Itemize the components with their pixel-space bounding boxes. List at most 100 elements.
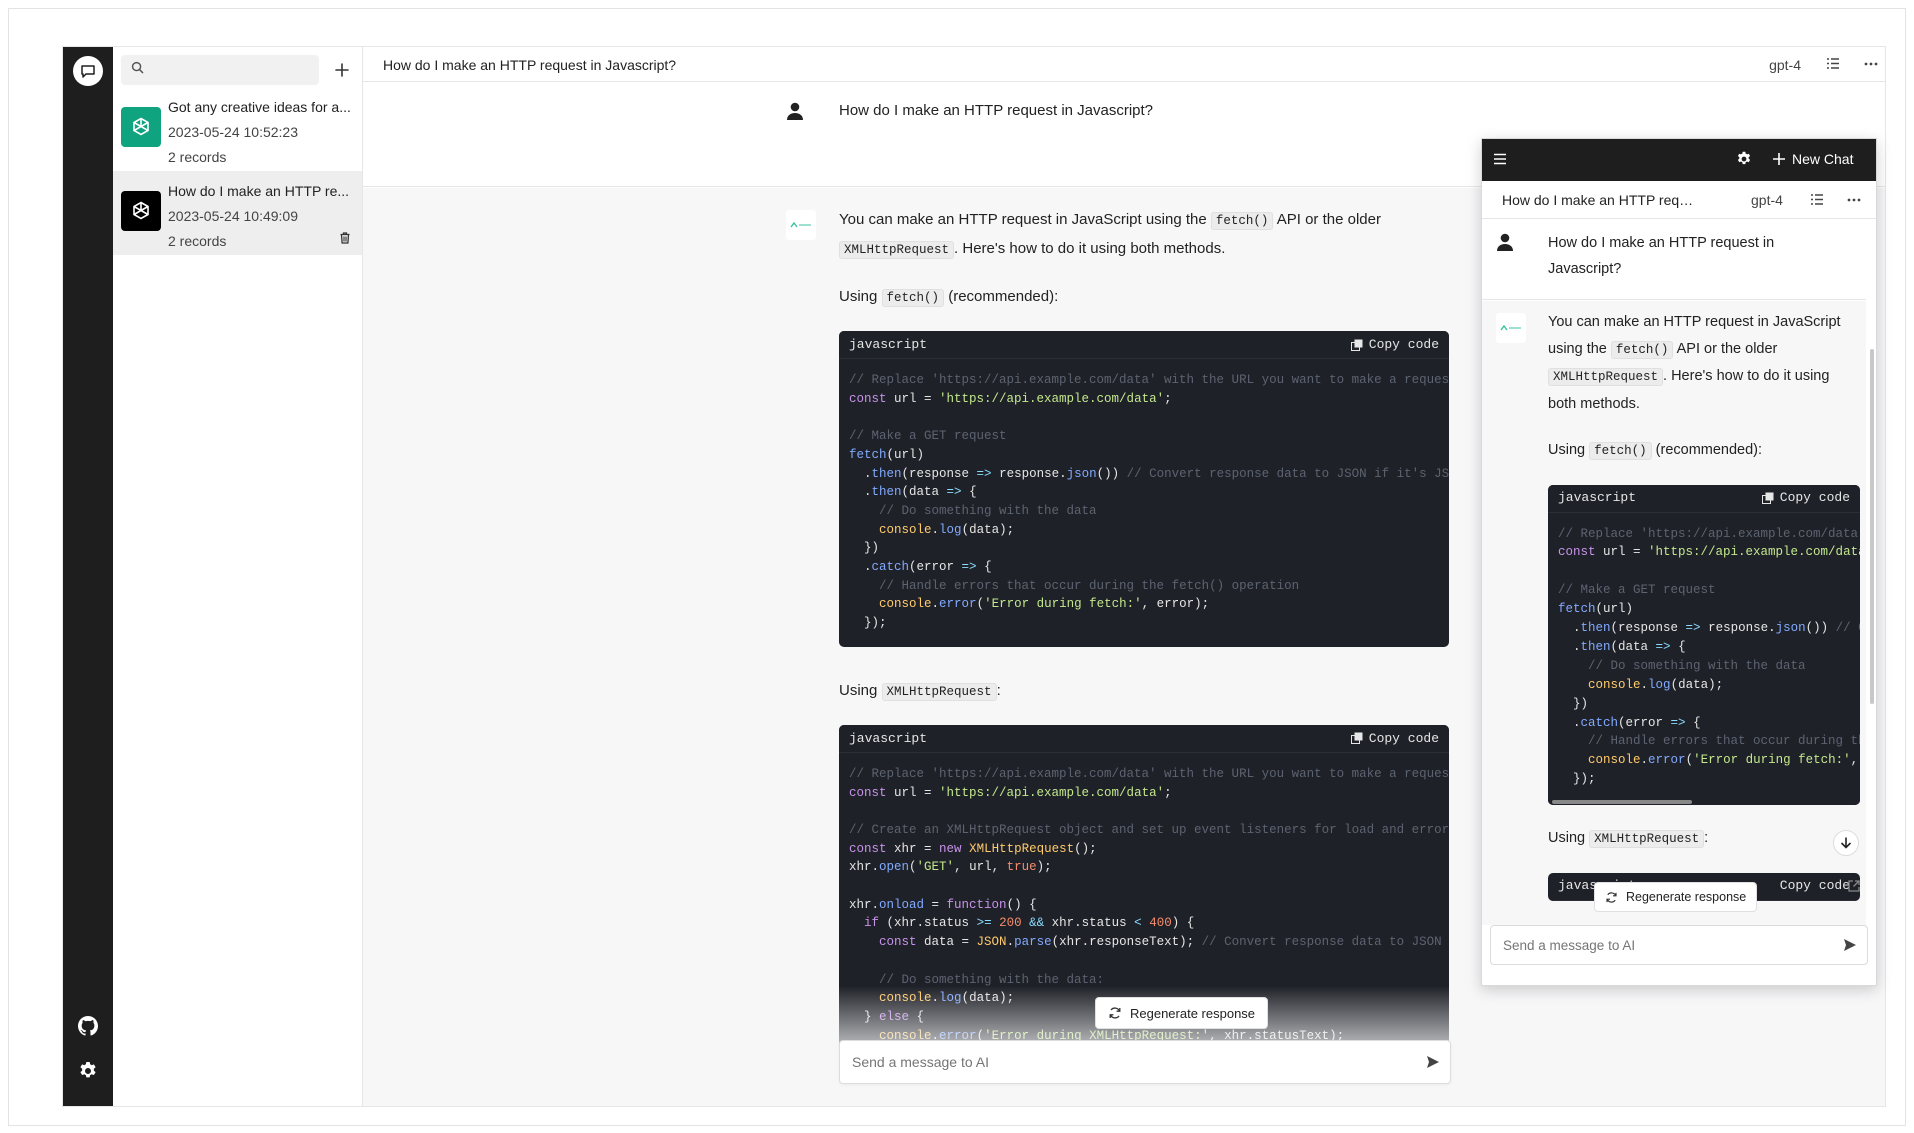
widget-header: New Chat (1482, 139, 1876, 181)
new-chat-label: New Chat (1792, 151, 1854, 167)
list-icon[interactable] (1825, 56, 1843, 74)
ai-intro-text: . Here's how to do it using both methods… (954, 240, 1226, 257)
ai-section-label: Using (1548, 442, 1586, 458)
copy-icon (1350, 732, 1363, 745)
more-icon[interactable] (1846, 192, 1864, 210)
conversation-record-count: 2 records (168, 149, 227, 165)
copy-code-label: Copy code (1368, 337, 1439, 352)
arrow-down-icon[interactable] (1833, 830, 1859, 856)
ai-section-label: (recommended): (948, 288, 1059, 305)
menu-icon[interactable] (1492, 151, 1510, 169)
send-button[interactable] (1833, 928, 1867, 962)
regenerate-button[interactable]: Regenerate response (1594, 882, 1758, 912)
copy-icon (1761, 492, 1774, 504)
widget-chat-title: How do I make an HTTP request i... (1502, 192, 1696, 208)
app-rail (63, 47, 113, 1106)
openai-logo-icon (121, 107, 161, 147)
conversation-date: 2023-05-24 10:49:09 (168, 208, 298, 224)
ai-intro-text: You can make an HTTP request in JavaScri… (839, 211, 1207, 228)
gear-icon[interactable] (75, 1058, 101, 1084)
copy-code-label: Copy code (1368, 730, 1439, 746)
model-selector[interactable]: gpt-4 (1769, 57, 1801, 73)
refresh-icon (1109, 1007, 1121, 1019)
code-language: javascript (1558, 489, 1637, 505)
window-frame: Got any creative ideas for a... 2023-05-… (8, 8, 1906, 1126)
chat-widget: New Chat How do I make an HTTP request i… (1481, 138, 1877, 986)
list-icon[interactable] (1809, 192, 1827, 210)
more-icon[interactable] (1863, 56, 1881, 74)
chat-bubble-icon[interactable] (73, 56, 103, 86)
refresh-icon (1606, 891, 1617, 903)
copy-code-button[interactable]: Copy code (1350, 331, 1439, 358)
widget-model-selector[interactable]: gpt-4 (1751, 192, 1783, 208)
inline-code: XMLHttpRequest (881, 682, 997, 701)
regenerate-label: Regenerate response (1626, 890, 1747, 904)
regenerate-button[interactable]: Regenerate response (1095, 997, 1269, 1029)
ai-section-label: : (996, 681, 1001, 699)
search-input[interactable] (152, 62, 312, 78)
copy-code-label: Copy code (1779, 489, 1850, 505)
search-box[interactable] (121, 55, 319, 85)
ai-intro-text: API or the older (1276, 211, 1381, 228)
conversation-item-active[interactable]: How do I make an HTTP re... 2023-05-24 1… (113, 171, 362, 255)
regenerate-label: Regenerate response (1130, 1005, 1256, 1021)
send-icon (1427, 1056, 1439, 1068)
user-icon (1496, 232, 1514, 257)
widget-chat-header: How do I make an HTTP request i... gpt-4 (1482, 181, 1876, 219)
widget-message-composer (1490, 925, 1868, 965)
ai-section-label: Using (839, 681, 878, 699)
search-icon (131, 61, 144, 79)
user-icon (786, 101, 806, 123)
ai-intro-text: API or the older (1676, 340, 1778, 357)
ai-section-label: Using (1548, 830, 1586, 847)
new-chat-button[interactable]: New Chat (1772, 151, 1853, 167)
conversation-title: How do I make an HTTP re... (168, 183, 350, 199)
send-button[interactable] (1416, 1045, 1450, 1079)
gear-icon[interactable] (1736, 151, 1754, 169)
widget-vertical-scrollbar[interactable] (1870, 349, 1874, 704)
conversation-item[interactable]: Got any creative ideas for a... 2023-05-… (113, 87, 362, 171)
github-icon[interactable] (75, 1013, 101, 1039)
ai-avatar-icon (786, 210, 816, 240)
code-block-fetch: javascript Copy code // Replace 'https:/… (1548, 484, 1860, 806)
chat-title: How do I make an HTTP request in Javascr… (383, 57, 677, 73)
ai-avatar-icon (1496, 313, 1526, 343)
code-content: // Replace 'https://api.example.com/data… (849, 373, 1449, 631)
code-language: javascript (849, 730, 928, 746)
widget-user-message-text: How do I make an HTTP request in Javascr… (1548, 235, 1775, 277)
code-horizontal-scrollbar[interactable] (1548, 799, 1860, 806)
code-block-header: javascript Copy code (839, 331, 1449, 359)
conversation-record-count: 2 records (168, 233, 227, 249)
conversation-title: Got any creative ideas for a... (168, 99, 351, 115)
code-block-header: javascript Copy code (839, 724, 1449, 753)
code-block-header: javascript Copy code (1548, 484, 1860, 513)
copy-code-button[interactable]: Copy code (1350, 725, 1439, 752)
message-composer (839, 1040, 1451, 1084)
chat-header: How do I make an HTTP request in Javascr… (363, 47, 1885, 82)
ai-section-label: Using (839, 288, 878, 305)
trash-icon[interactable] (338, 231, 354, 247)
conversation-date: 2023-05-24 10:52:23 (168, 124, 298, 140)
widget-message-input[interactable] (1503, 937, 1833, 953)
inline-code: fetch() (1610, 340, 1674, 359)
code-language: javascript (849, 337, 928, 352)
message-input[interactable] (852, 1054, 1416, 1070)
send-icon (1844, 939, 1856, 951)
code-content: // Replace 'https://api.example.com/data… (1558, 526, 1860, 787)
widget-ai-message-content: You can make an HTTP request in JavaScri… (1548, 309, 1860, 921)
ai-message-content: You can make an HTTP request in JavaScri… (839, 206, 1449, 1106)
copy-code-label: Copy code (1779, 877, 1850, 893)
copy-icon (1350, 339, 1363, 351)
copy-code-button[interactable]: Copy code (1761, 485, 1850, 512)
openai-logo-icon (121, 191, 161, 231)
inline-code: XMLHttpRequest (839, 241, 955, 259)
new-conversation-button[interactable] (331, 59, 353, 81)
share-icon[interactable] (1847, 879, 1863, 895)
inline-code: XMLHttpRequest (1548, 368, 1664, 386)
widget-user-message-row: How do I make an HTTP request in Javascr… (1482, 220, 1866, 300)
inline-code: fetch() (1210, 212, 1274, 230)
conversation-sidebar: Got any creative ideas for a... 2023-05-… (113, 47, 363, 1106)
copy-code-button[interactable]: Copy code (1780, 873, 1850, 900)
code-block-fetch: javascript Copy code // Replace 'https:/… (839, 331, 1449, 647)
inline-code: fetch() (881, 289, 945, 307)
